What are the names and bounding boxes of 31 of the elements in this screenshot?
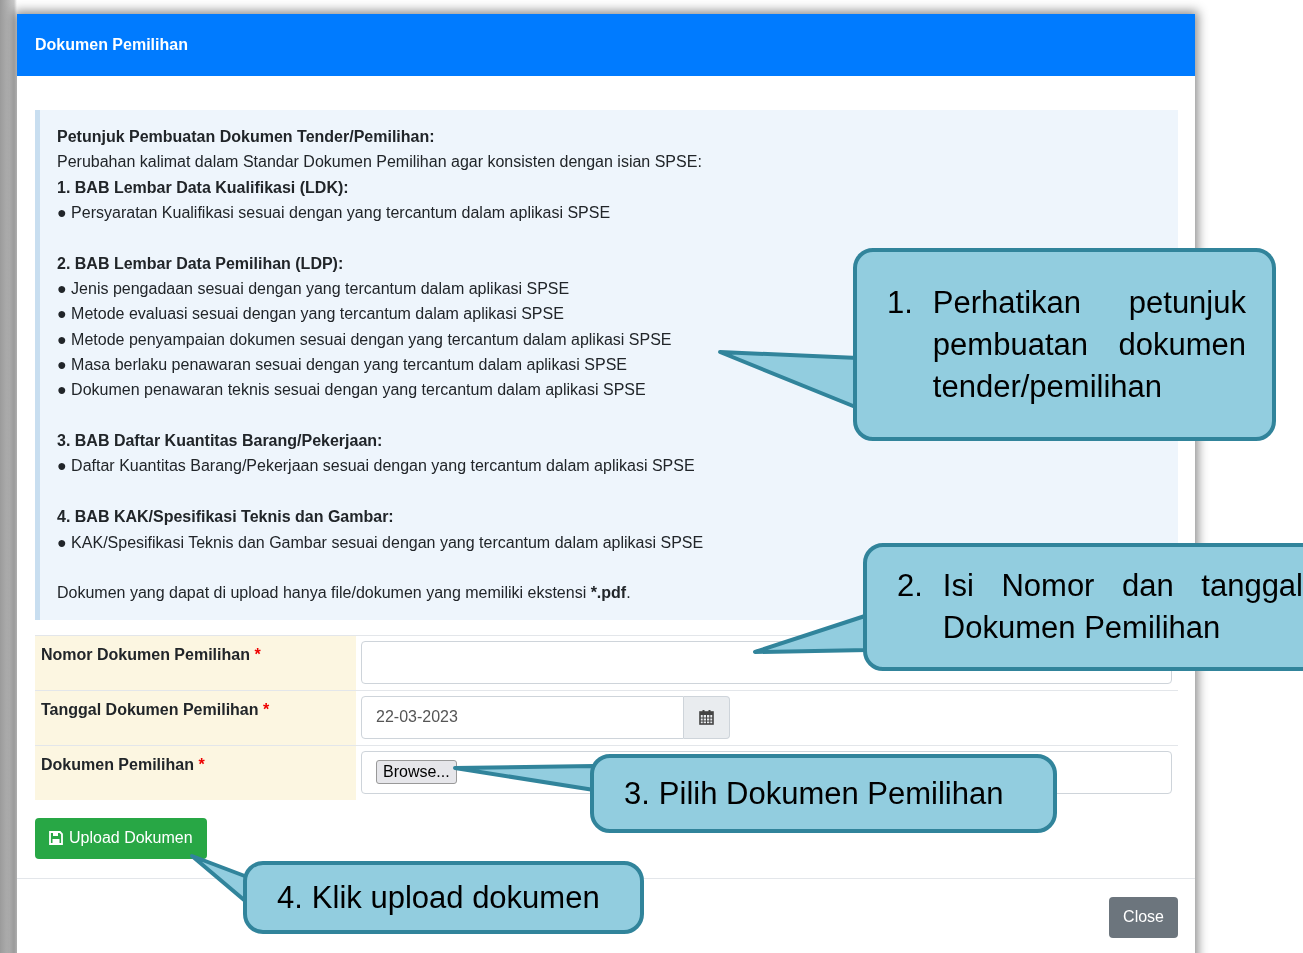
bullet-item: ● Dokumen penawaran teknis sesuai dengan yang tercantum dalam aplikasi SPSE — [57, 380, 646, 401]
field-label: Dokumen Pemilihan * — [35, 745, 356, 800]
bullet-item: ● Daftar Kuantitas Barang/Pekerjaan sesuai dengan yang tercantum dalam aplikasi SPSE — [57, 456, 695, 477]
callout-box: 1. Perhatikan petunjuk pembuatan dokumen tender/pemilihan — [853, 248, 1276, 441]
required-mark: * — [254, 645, 261, 663]
upload-note: Dokumen yang dapat di upload hanya file/dokumen yang memiliki ekstensi *.pdf. — [57, 583, 631, 604]
close-button[interactable]: Close — [1109, 896, 1178, 938]
section-heading: 3. BAB Daftar Kuantitas Barang/Pekerjaan: — [57, 431, 383, 452]
section-heading: 2. BAB Lembar Data Pemilihan (LDP): — [57, 253, 344, 274]
bullet-item: ● Metode evaluasi sesuai dengan yang tercantum dalam aplikasi SPSE — [57, 304, 564, 325]
field-label: Nomor Dokumen Pemilihan * — [35, 635, 356, 690]
bullet-item: ● KAK/Spesifikasi Teknis dan Gambar sesuai dengan yang tercantum dalam aplikasi SPSE — [57, 532, 704, 553]
bullet-item: ● Persyaratan Kualifikasi sesuai dengan yang tercantum dalam aplikasi SPSE — [57, 203, 611, 224]
bullet-item: ● Metode penyampaian dokumen sesuai dengan yang tercantum dalam aplikasi SPSE — [57, 329, 672, 350]
section-heading: 4. BAB KAK/Spesifikasi Teknis dan Gambar: — [57, 507, 394, 528]
instructions-intro: Perubahan kalimat dalam Standar Dokumen Pemilihan agar konsisten dengan isian SPSE: — [57, 152, 702, 173]
calendar-icon — [699, 709, 714, 726]
date-field[interactable]: 22-03-2023 — [361, 695, 684, 739]
section-heading: 1. BAB Lembar Data Kualifikasi (LDK): — [57, 177, 349, 198]
bullet-item: ● Jenis pengadaan sesuai dengan yang tercantum dalam aplikasi SPSE — [57, 279, 570, 300]
save-icon — [49, 831, 63, 846]
bullet-item: ● Masa berlaku penawaran sesuai dengan yang tercantum dalam aplikasi SPSE — [57, 355, 627, 376]
browse-button[interactable]: Browse... — [376, 760, 457, 785]
callout-box: 2. Isi Nomor dan tanggal Dokumen Pemilihan — [863, 543, 1303, 671]
required-mark: * — [198, 755, 205, 773]
callout-box: 3. Pilih Dokumen Pemilihan — [590, 754, 1057, 833]
field-label: Tanggal Dokumen Pemilihan * — [35, 690, 356, 745]
instructions-title: Petunjuk Pembuatan Dokumen Tender/Pemilihan: — [57, 127, 435, 147]
calendar-button[interactable] — [684, 695, 730, 739]
required-mark: * — [262, 700, 270, 718]
dialog-title: Dokumen Pemilihan — [35, 36, 188, 54]
